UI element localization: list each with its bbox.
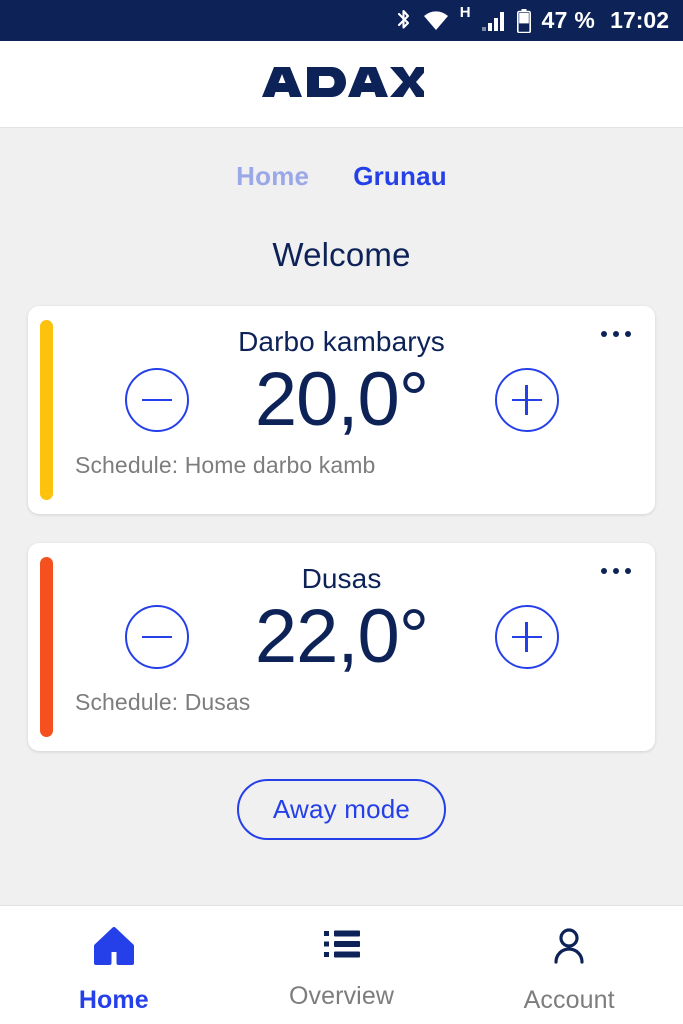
nav-label-account: Account — [523, 986, 615, 1014]
nav-item-account[interactable]: Account — [455, 927, 683, 1015]
tab-grunau[interactable]: Grunau — [353, 161, 447, 192]
adax-logo — [260, 65, 429, 104]
increase-temperature-button[interactable] — [494, 605, 559, 669]
main-content: Home Grunau Welcome Darbo kambarys 20,0° — [0, 128, 683, 905]
app-screen: H 47 % 17:02 Home Grunau Welcome Darbo k… — [0, 0, 683, 1024]
battery-icon — [516, 8, 531, 33]
room-card-list: Darbo kambarys 20,0° Schedule: Home darb… — [0, 306, 683, 751]
room-temperature: 22,0° — [254, 594, 429, 679]
room-schedule: Schedule: Dusas — [75, 689, 251, 715]
decrease-temperature-button[interactable] — [124, 368, 189, 432]
more-options-icon[interactable] — [601, 331, 631, 337]
room-card[interactable]: Darbo kambarys 20,0° Schedule: Home darb… — [28, 306, 655, 514]
plus-icon — [511, 622, 542, 652]
increase-temperature-button[interactable] — [494, 368, 559, 432]
cellular-signal-icon — [481, 11, 506, 31]
temperature-control: 22,0° — [28, 599, 655, 675]
minus-icon — [141, 398, 172, 402]
room-temperature: 20,0° — [254, 357, 429, 442]
home-icon — [93, 927, 134, 970]
room-status-accent-bar — [40, 320, 53, 500]
bottom-navigation: Home Overview Account — [0, 905, 683, 1024]
network-type-indicator: H — [459, 4, 471, 21]
bluetooth-icon — [395, 9, 412, 33]
battery-percentage: 47 % — [541, 7, 596, 33]
room-card[interactable]: Dusas 22,0° Schedule: Dusas — [28, 543, 655, 751]
room-status-accent-bar — [40, 557, 53, 737]
nav-item-overview[interactable]: Overview — [228, 927, 456, 1011]
nav-item-home[interactable]: Home — [0, 927, 228, 1015]
status-bar: H 47 % 17:02 — [0, 0, 683, 41]
plus-icon — [511, 385, 542, 415]
tab-home[interactable]: Home — [236, 161, 309, 192]
home-tabs: Home Grunau — [236, 161, 447, 192]
nav-label-home: Home — [78, 986, 149, 1014]
room-schedule: Schedule: Home darbo kamb — [75, 452, 376, 478]
clock: 17:02 — [610, 7, 669, 33]
temperature-control: 20,0° — [28, 362, 655, 438]
app-header — [0, 41, 683, 128]
list-icon — [322, 927, 362, 966]
away-mode-container: Away mode — [0, 779, 683, 840]
nav-label-overview: Overview — [289, 982, 394, 1010]
decrease-temperature-button[interactable] — [124, 605, 189, 669]
minus-icon — [141, 635, 172, 639]
wifi-icon — [423, 10, 449, 31]
room-name: Dusas — [301, 563, 382, 594]
person-icon — [550, 927, 588, 970]
away-mode-button[interactable]: Away mode — [236, 779, 447, 840]
page-title: Welcome — [272, 236, 411, 273]
room-name: Darbo kambarys — [238, 326, 445, 357]
more-options-icon[interactable] — [601, 568, 631, 574]
